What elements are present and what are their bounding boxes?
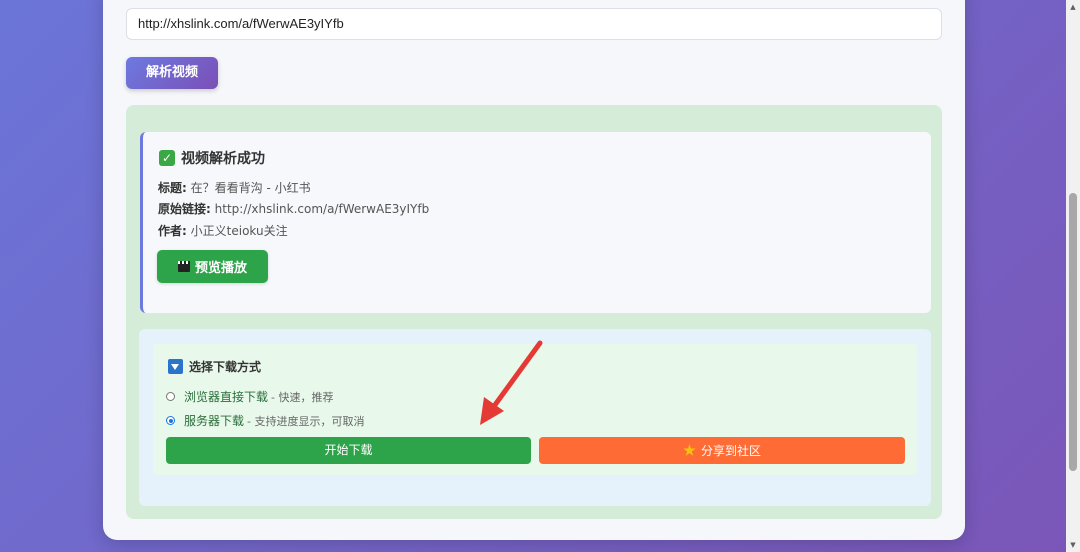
scroll-down-icon[interactable]: ▼ (1066, 538, 1080, 552)
radio-browser-download[interactable] (166, 392, 175, 401)
preview-play-button[interactable]: 预览播放 (157, 250, 268, 283)
radio-server-download[interactable] (166, 416, 175, 425)
video-info-box: ✓ 视频解析成功 标题: 在？看看背沟 - 小红书 原始链接: http://x… (140, 132, 931, 313)
scrollbar-thumb[interactable] (1069, 193, 1077, 471)
success-heading: ✓ 视频解析成功 (159, 148, 265, 168)
sparkle-icon (683, 444, 696, 456)
author-label: 作者: (158, 224, 187, 238)
title-value: 在？看看背沟 - 小红书 (190, 181, 311, 195)
url-input[interactable]: http://xhslink.com/a/fWerwAE3yIYfb (126, 8, 942, 40)
link-label: 原始链接: (158, 202, 211, 216)
option-browser-download[interactable]: 浏览器直接下载 - 快速，推荐 (166, 388, 333, 405)
option-server-label: 服务器下载 (184, 414, 245, 428)
option-browser-desc: - 快速，推荐 (271, 390, 334, 404)
author-value: 小正义teioku关注 (190, 224, 288, 238)
scroll-up-icon[interactable]: ▲ (1066, 0, 1080, 14)
info-row-link: 原始链接: http://xhslink.com/a/fWerwAE3yIYfb (158, 200, 429, 217)
download-heading: 选择下载方式 (168, 358, 261, 375)
info-row-title: 标题: 在？看看背沟 - 小红书 (158, 179, 311, 196)
check-icon: ✓ (159, 150, 175, 166)
share-label: 分享到社区 (700, 444, 761, 458)
success-heading-text: 视频解析成功 (181, 151, 265, 167)
page-scrollbar[interactable]: ▲ ▼ (1066, 0, 1080, 552)
info-row-author: 作者: 小正义teioku关注 (158, 222, 288, 239)
result-panel: ✓ 视频解析成功 标题: 在？看看背沟 - 小红书 原始链接: http://x… (126, 105, 942, 519)
parse-video-button[interactable]: 解析视频 (126, 57, 218, 89)
start-download-button[interactable]: 开始下载 (166, 437, 531, 464)
title-label: 标题: (158, 181, 187, 195)
annotation-arrow (480, 340, 543, 425)
preview-label: 预览播放 (194, 261, 247, 276)
share-community-button[interactable]: 分享到社区 (539, 437, 905, 464)
download-heading-text: 选择下载方式 (189, 360, 262, 374)
option-server-download[interactable]: 服务器下载 - 支持进度显示，可取消 (166, 412, 364, 429)
down-triangle-icon (168, 359, 183, 374)
clapper-icon (177, 261, 190, 272)
link-value: http://xhslink.com/a/fWerwAE3yIYfb (214, 202, 430, 216)
main-card: http://xhslink.com/a/fWerwAE3yIYfb 解析视频 … (103, 0, 965, 540)
option-server-desc: - 支持进度显示，可取消 (247, 414, 365, 428)
option-browser-label: 浏览器直接下载 (184, 390, 269, 404)
